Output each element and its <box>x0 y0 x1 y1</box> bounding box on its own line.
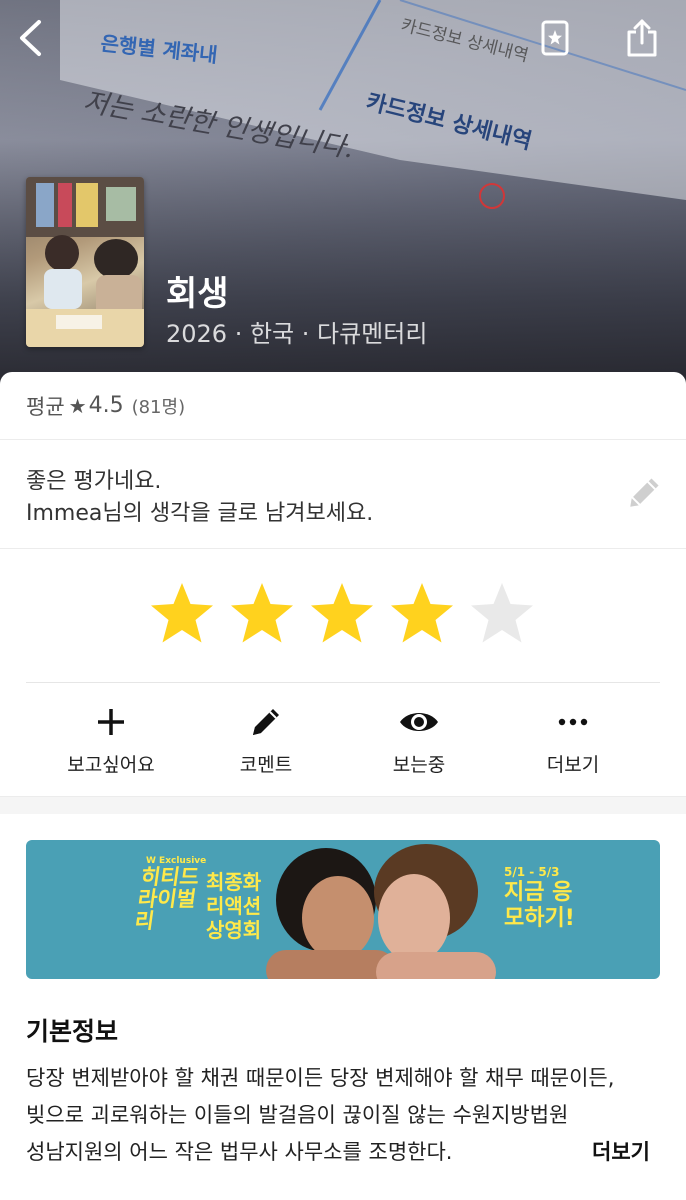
hero-header: 은행별 계좌내 카드정보 상세내역 카드정보 상세내역 저는 소란한 인생입니다… <box>0 0 686 400</box>
pencil-icon <box>191 700 341 744</box>
comment-button[interactable]: 코멘트 <box>191 700 341 790</box>
comment-prompt-line2: Immea님의 생각을 글로 남겨보세요. <box>26 501 374 526</box>
action-bar: 보고싶어요 코멘트 보는중 더보기 <box>0 700 686 790</box>
more-icon <box>498 700 648 744</box>
detail-sheet: 평균 ★ 4.5 (81명) 좋은 평가네요. Immea님의 생각을 글로 남… <box>0 372 686 1200</box>
banner-show-title: 히티드 라이벌리 <box>133 865 201 933</box>
poster-image <box>26 177 144 347</box>
more-button[interactable]: 더보기 <box>498 700 648 790</box>
edit-comment-icon[interactable] <box>624 475 662 513</box>
user-star-rating[interactable] <box>146 580 546 650</box>
banner-date: 5/1 - 5/3 <box>504 865 560 879</box>
app-screen: 은행별 계좌내 카드정보 상세내역 카드정보 상세내역 저는 소란한 인생입니다… <box>0 0 686 1200</box>
banner-event-title: 최종화 리액션 상영회 <box>206 870 262 942</box>
average-score: 4.5 <box>88 393 124 418</box>
more-label: 더보기 <box>546 754 600 776</box>
rating-count: (81명) <box>131 396 186 418</box>
want-to-watch-label: 보고싶어요 <box>67 754 155 776</box>
back-icon[interactable] <box>10 16 50 60</box>
average-rating: 평균 ★ 4.5 (81명) <box>0 372 686 440</box>
comment-prompt-line1: 좋은 평가네요. <box>26 469 162 494</box>
banner-cta: 지금 응모하기! <box>504 880 575 931</box>
divider <box>26 682 660 683</box>
rating-star-1[interactable] <box>146 580 218 650</box>
section-separator <box>0 796 686 814</box>
content-subtitle: 2026 · 한국 · 다큐멘터리 <box>166 320 428 348</box>
share-icon[interactable] <box>622 16 662 60</box>
basic-info-heading: 기본정보 <box>26 1017 119 1046</box>
rating-star-3[interactable] <box>306 580 378 650</box>
want-to-watch-button[interactable]: 보고싶어요 <box>36 700 186 790</box>
rating-star-4[interactable] <box>386 580 458 650</box>
star-icon: ★ <box>68 393 87 418</box>
plus-icon <box>36 700 186 744</box>
synopsis-more-link[interactable]: 더보기 <box>592 1136 650 1166</box>
comment-label: 코멘트 <box>239 754 293 776</box>
rating-star-5[interactable] <box>466 580 538 650</box>
rating-star-2[interactable] <box>226 580 298 650</box>
watching-button[interactable]: 보는중 <box>344 700 494 790</box>
average-label: 평균 <box>26 394 65 419</box>
promo-banner[interactable]: W Exclusive 히티드 라이벌리 최종화 리액션 상영회 5/1 - 5… <box>26 840 660 979</box>
content-title: 회생 <box>166 274 229 314</box>
comment-prompt[interactable]: 좋은 평가네요. Immea님의 생각을 글로 남겨보세요. <box>0 441 686 549</box>
eye-icon <box>344 700 494 744</box>
watching-label: 보는중 <box>392 754 446 776</box>
bookmark-icon[interactable] <box>536 16 574 60</box>
